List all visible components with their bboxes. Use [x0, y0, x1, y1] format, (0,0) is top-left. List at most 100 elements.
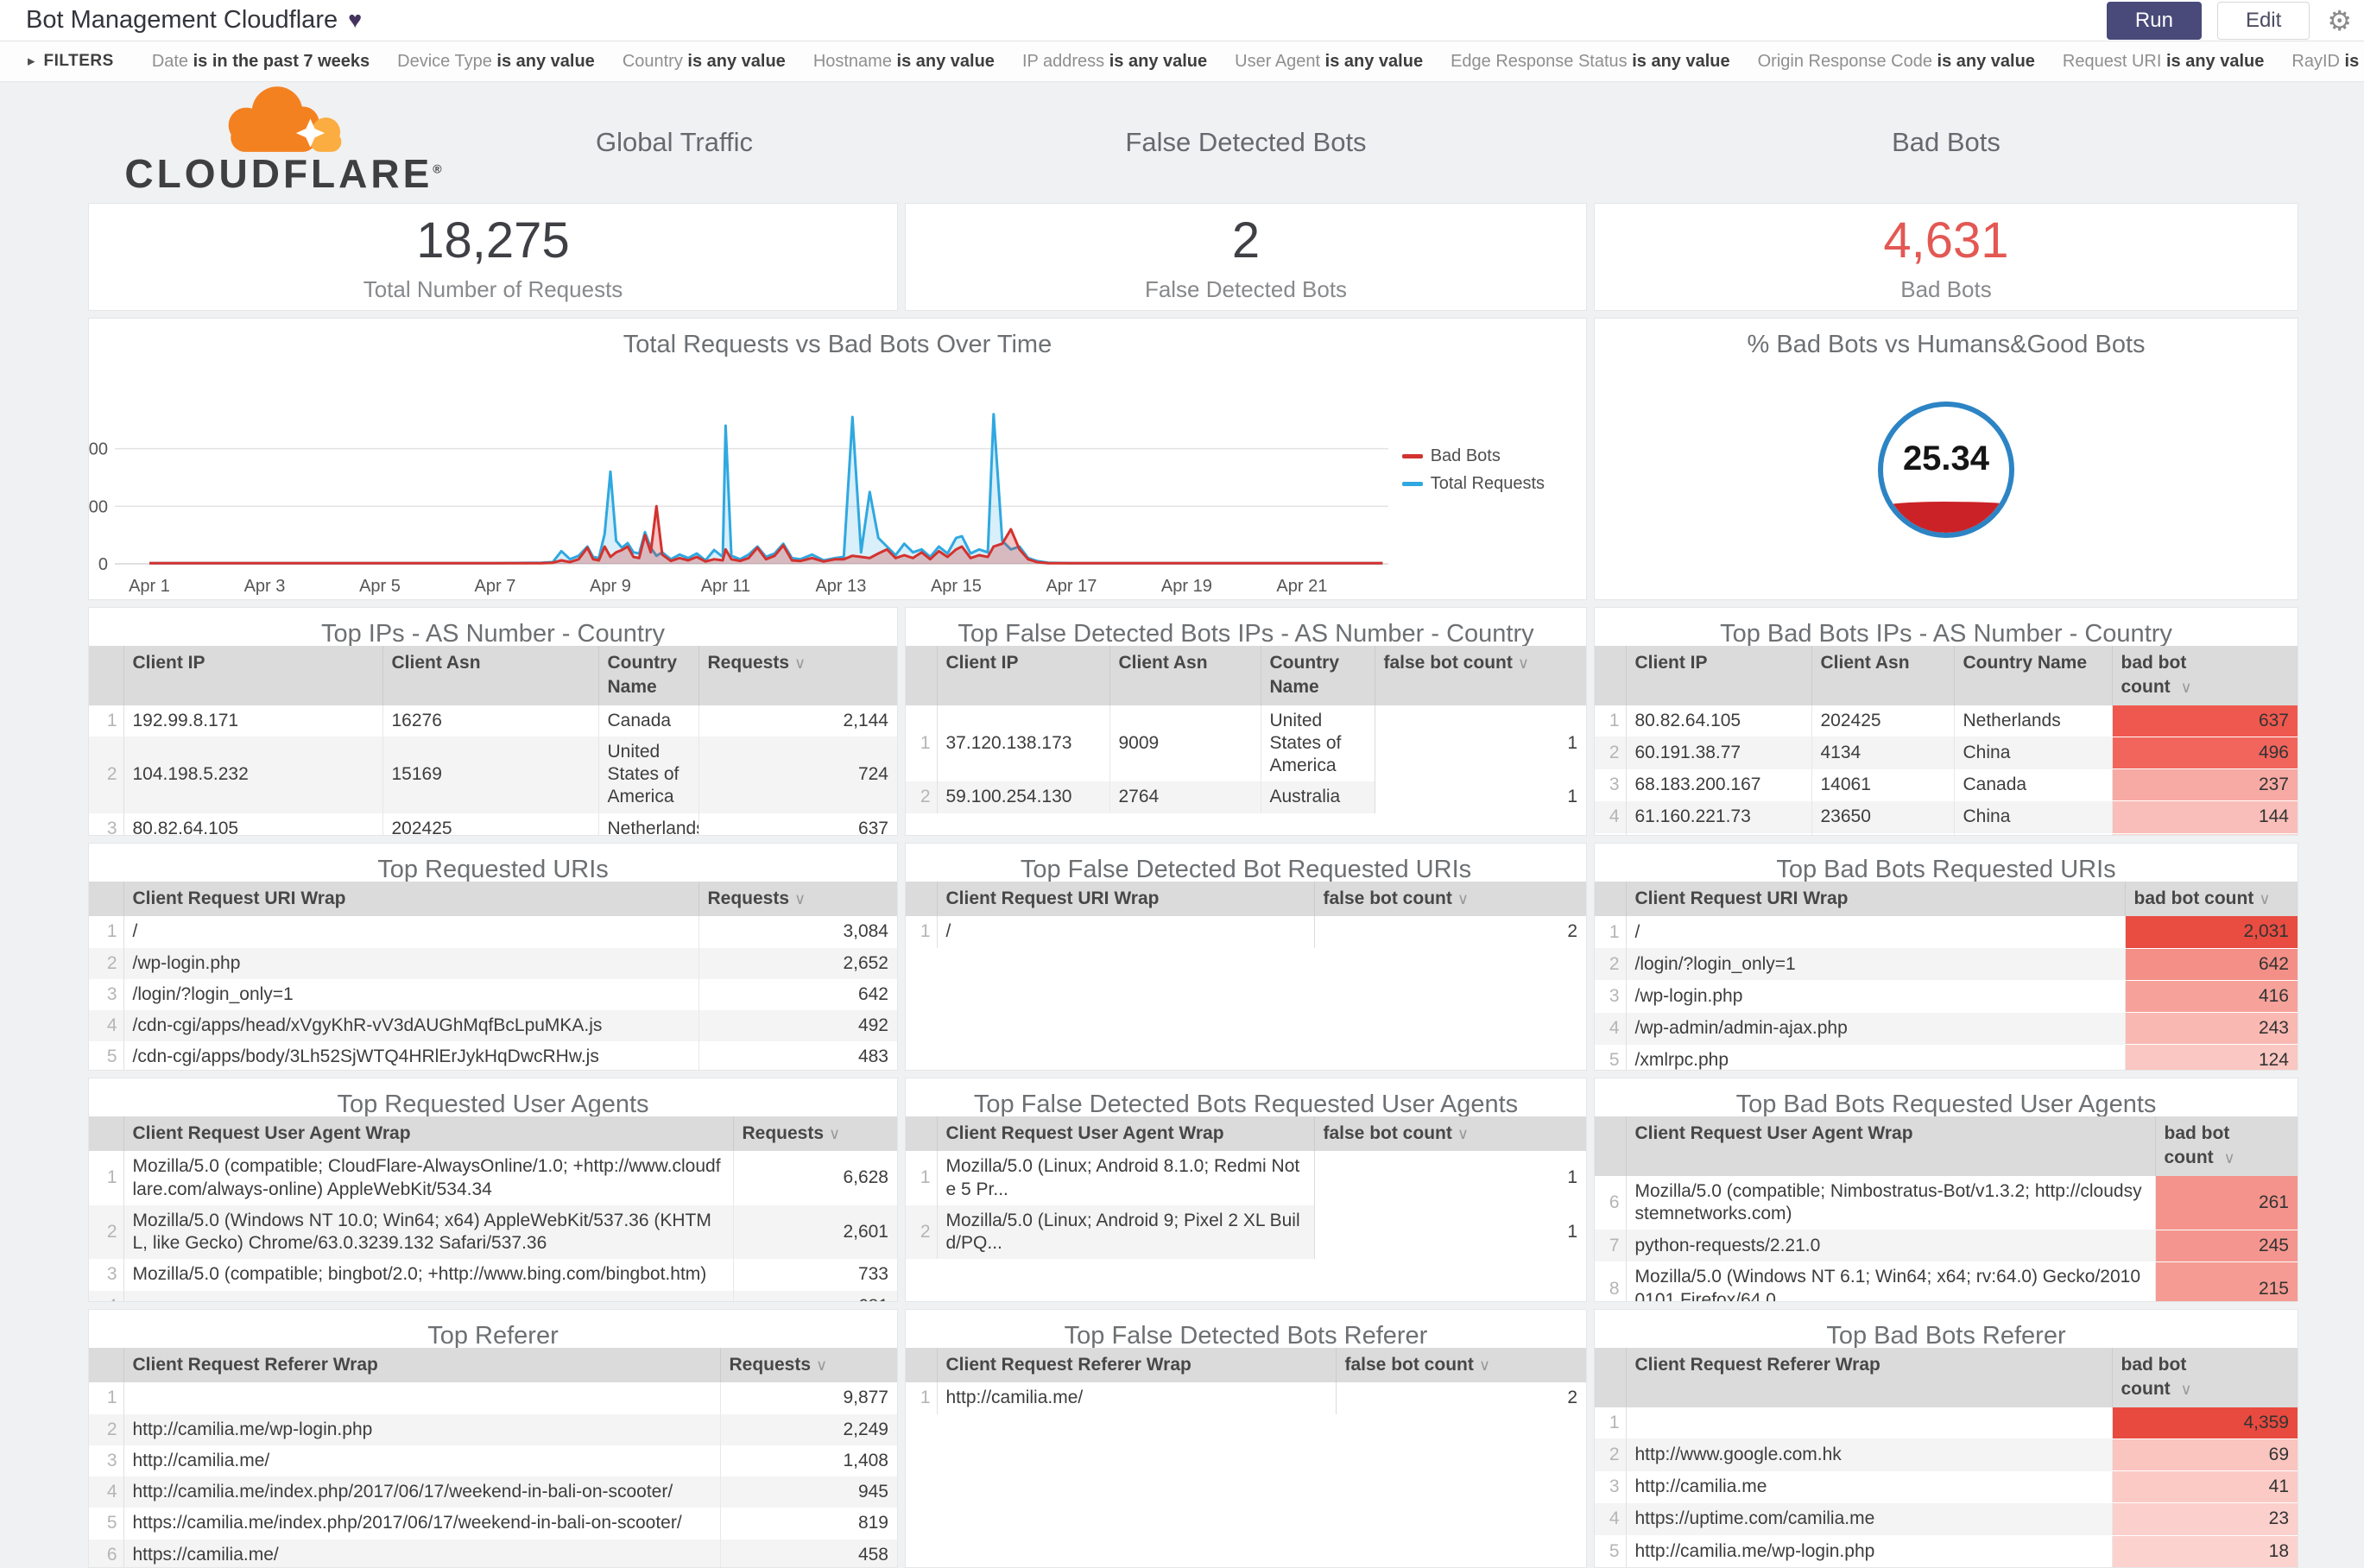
column-header[interactable]: Requests ∨: [698, 646, 897, 705]
table-cell: 1: [1374, 705, 1586, 782]
table-row: 2 Mozilla/5.0 (Windows NT 10.0; Win64; x6…: [89, 1204, 897, 1260]
filters-expand-icon[interactable]: ▸: [28, 53, 35, 70]
column-header[interactable]: bad bot count ∨: [2154, 1116, 2298, 1176]
column-header[interactable]: bad bot count ∨: [2124, 882, 2298, 917]
table-cell: [1811, 833, 1954, 835]
column-header[interactable]: Country Name: [1953, 646, 2112, 705]
column-header[interactable]: Client Request Referer Wrap: [123, 1348, 720, 1383]
filter-item[interactable]: IP address is any value: [1022, 52, 1207, 71]
table-cell: 1: [1374, 781, 1586, 813]
svg-text:Apr 13: Apr 13: [815, 577, 866, 596]
table-cell: Canada: [1953, 768, 2112, 801]
row-number: 6: [1595, 1175, 1627, 1230]
filter-item[interactable]: Edge Response Status is any value: [1451, 52, 1730, 71]
table-row: 1/2,031: [1595, 916, 2298, 949]
brand-row: CLOUDFLARE® Global Traffic False Detecte…: [88, 82, 2364, 203]
run-button[interactable]: Run: [2106, 1, 2202, 40]
table-row: 2 Mozilla/5.0 (Linux; Android 9; Pixel 2 …: [906, 1204, 1586, 1260]
column-header[interactable]: Client Request URI Wrap: [123, 882, 698, 917]
table-cell: 23: [2111, 1502, 2298, 1536]
filter-item[interactable]: Request URI is any value: [2063, 52, 2264, 71]
row-number: 4: [89, 1476, 124, 1508]
column-header[interactable]: Client Request URI Wrap: [1625, 882, 2125, 917]
row-number: 3: [1595, 768, 1627, 801]
column-header[interactable]: Country Name: [1260, 646, 1375, 705]
column-header[interactable]: false bot count ∨: [1374, 646, 1586, 705]
table-row: 6 https://camilia.me/458: [89, 1539, 897, 1567]
kpi-false-detected-bots-value: 2: [1231, 212, 1261, 269]
column-header[interactable]: false bot count ∨: [1313, 882, 1586, 917]
column-header[interactable]: Client Request URI Wrap: [936, 882, 1314, 917]
timeseries-chart[interactable]: 0 100 200 Apr 1 Apr 3 Apr 5 Apr 7 Apr 9 Apr 11 Ap…: [89, 357, 1586, 598]
column-header[interactable]: Country Name: [597, 646, 698, 705]
table-cell: Canada: [597, 705, 698, 737]
column-header[interactable]: Client Request User Agent Wrap: [1625, 1116, 2155, 1176]
filter-item[interactable]: Country is any value: [623, 52, 786, 71]
row-number: 1: [906, 705, 938, 782]
column-header[interactable]: false bot count ∨: [1313, 1116, 1586, 1152]
row-number: 1: [89, 1151, 124, 1205]
gear-icon[interactable]: ⚙: [2327, 4, 2352, 37]
column-header[interactable]: bad bot count ∨: [2111, 1348, 2298, 1407]
column-header[interactable]: Client Asn: [1109, 646, 1261, 705]
table-cell: [123, 1290, 733, 1301]
table-cell: 483: [698, 1041, 897, 1070]
column-header[interactable]: Requests ∨: [719, 1348, 897, 1383]
table-row: 4/wp-admin/admin-ajax.php 243: [1595, 1012, 2298, 1046]
column-header[interactable]: Client Request User Agent Wrap: [123, 1116, 733, 1152]
table-cell: 60.191.38.77: [1625, 737, 1811, 769]
column-header[interactable]: Requests ∨: [732, 1116, 897, 1152]
kpi-bad-bots-value: 4,631: [1883, 212, 2009, 269]
table-cell: Mozilla/5.0 (Windows NT 6.1; Win64; x64;…: [1625, 1261, 2155, 1301]
filter-item[interactable]: Origin Response Code is any value: [1758, 52, 2035, 71]
row-number: 4: [1595, 800, 1627, 834]
table-row: 1 4,359: [1595, 1407, 2298, 1439]
column-header[interactable]: Client IP: [123, 646, 382, 705]
table-cell: /xmlrpc.php: [1625, 1044, 2125, 1070]
table-row: 1 37.120.138.173 9009 United States of Amer…: [906, 705, 1586, 782]
filter-item[interactable]: RayID is any value: [2291, 52, 2364, 71]
svg-text:Apr 19: Apr 19: [1161, 577, 1212, 596]
table-cell: 733: [732, 1259, 897, 1291]
edit-button[interactable]: Edit: [2216, 1, 2310, 40]
table-cell: 68.183.200.167: [1625, 768, 1811, 801]
filter-item[interactable]: Hostname is any value: [813, 52, 995, 71]
table-row: 3/login/?login_only=1 642: [89, 978, 897, 1011]
row-number: 1: [89, 916, 124, 948]
bad-bots-gauge[interactable]: 25.34: [1878, 401, 2014, 538]
table-cell: 4134: [1811, 737, 1954, 769]
table-cell: [1625, 1407, 2112, 1439]
heart-icon: ♥: [348, 7, 363, 33]
table-cell: 14061: [1811, 768, 1954, 801]
table-row: 1 80.82.64.105 202425 Netherlands 637: [1595, 705, 2298, 737]
filter-item[interactable]: Date is in the past 7 weeks: [152, 52, 370, 71]
column-header[interactable]: Requests ∨: [698, 882, 897, 917]
table-cell: 144: [2111, 800, 2298, 834]
filters-label[interactable]: FILTERS: [44, 52, 114, 71]
legend-item[interactable]: Total Requests: [1401, 474, 1545, 494]
column-header[interactable]: Client Asn: [1811, 646, 1954, 705]
filter-item[interactable]: Device Type is any value: [397, 52, 595, 71]
table-row: 5 http://camilia.me/wp-login.php 18: [1595, 1535, 2298, 1567]
sort-chevron-icon: ∨: [2180, 679, 2192, 697]
row-number-header: [1595, 646, 1626, 705]
filter-item[interactable]: User Agent is any value: [1235, 52, 1423, 71]
table-row: 4 https://uptime.com/camilia.me 23: [1595, 1502, 2298, 1536]
column-header[interactable]: Client IP: [1625, 646, 1811, 705]
column-header[interactable]: false bot count ∨: [1335, 1348, 1586, 1383]
table-cell: /cdn-cgi/apps/body/3Lh52SjWTQ4HRlErJykHq…: [123, 1041, 698, 1070]
column-header[interactable]: Client IP: [936, 646, 1109, 705]
table-cell: /: [1625, 916, 2125, 949]
table-cell: [123, 1382, 720, 1414]
column-header[interactable]: Client Request User Agent Wrap: [936, 1116, 1314, 1152]
table-cell: 9009: [1109, 705, 1261, 782]
row-number: 4: [89, 1010, 124, 1042]
table-cell: 642: [2124, 948, 2298, 981]
column-header[interactable]: bad bot count ∨: [2111, 646, 2298, 705]
table-cell: 2,652: [698, 947, 897, 979]
column-header[interactable]: Client Request Referer Wrap: [936, 1348, 1336, 1383]
legend-item[interactable]: Bad Bots: [1401, 446, 1545, 466]
table-row: 3/wp-login.php 416: [1595, 980, 2298, 1014]
column-header[interactable]: Client Asn: [382, 646, 598, 705]
column-header[interactable]: Client Request Referer Wrap: [1625, 1348, 2112, 1407]
